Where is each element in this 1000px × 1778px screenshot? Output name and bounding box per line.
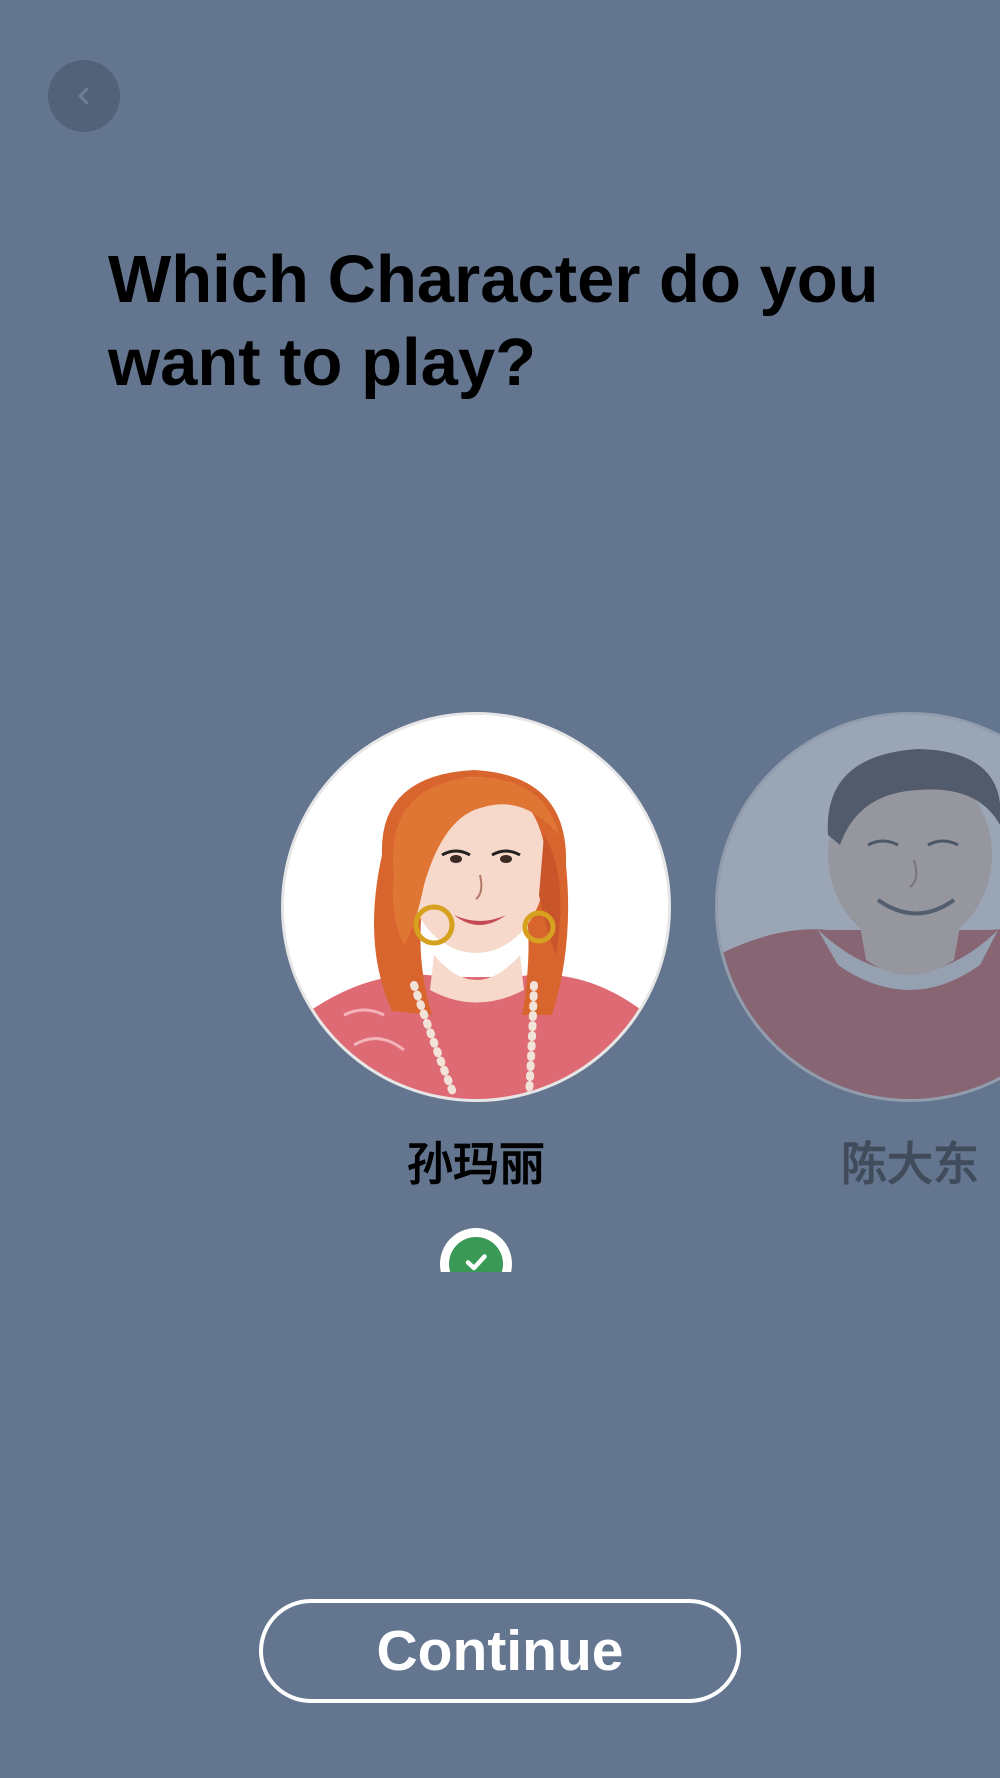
character-name: 陈大东	[841, 1137, 979, 1191]
character-card-selected[interactable]: 孙玛丽	[281, 712, 671, 1272]
page-title: Which Character do you want to play?	[108, 242, 879, 400]
selected-badge	[440, 1228, 512, 1272]
character-name: 孙玛丽	[407, 1137, 545, 1191]
continue-button[interactable]: Continue	[259, 1599, 741, 1703]
character-carousel[interactable]: 孙玛丽 陈大东	[0, 712, 1000, 1272]
chevron-left-icon	[70, 82, 98, 110]
character-avatar	[715, 712, 1000, 1102]
character-avatar	[281, 712, 671, 1102]
character-card-unselected[interactable]: 陈大东	[715, 712, 1000, 1192]
check-icon	[461, 1247, 491, 1273]
back-button[interactable]	[48, 60, 120, 132]
woman-avatar-illustration	[284, 715, 668, 1099]
man-avatar-illustration	[718, 715, 1000, 1099]
